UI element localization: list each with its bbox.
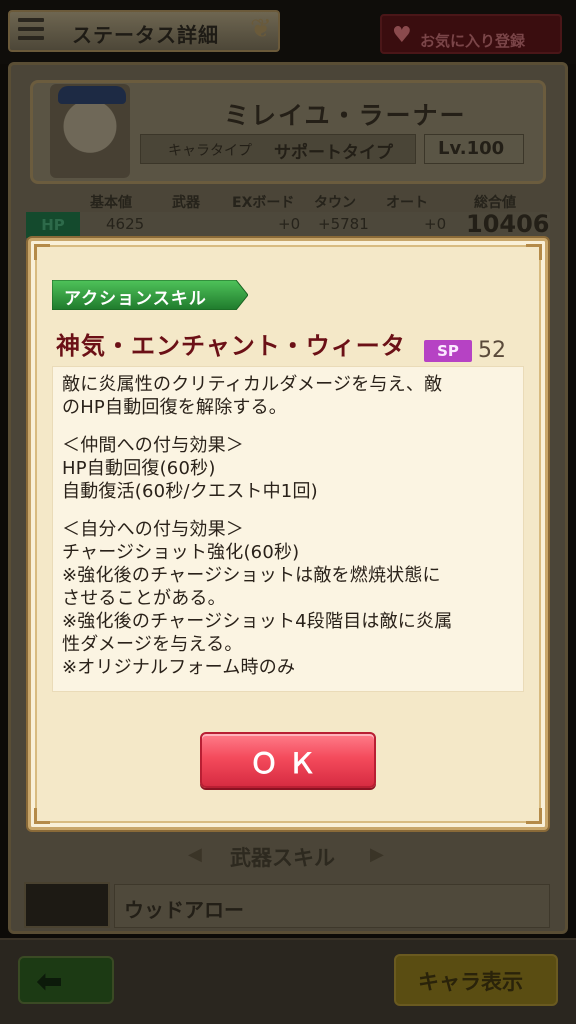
sp-value: 52 [478, 338, 506, 363]
description-line: ※オリジナルフォーム時のみ [62, 657, 296, 678]
dialog-corner [34, 244, 50, 260]
hp-total: 10406 [466, 210, 550, 238]
sp-badge: SP [424, 340, 472, 362]
hp-ex: +0 [278, 215, 301, 233]
heart-icon: ♥ [392, 23, 412, 48]
type-value: サポートタイプ [274, 143, 393, 163]
page-title: ステータス詳細 [72, 23, 219, 47]
menu-icon[interactable] [18, 18, 44, 44]
dialog-corner [526, 808, 542, 824]
stat-header: 総合値 [474, 195, 516, 211]
hp-base: 4625 [106, 215, 145, 233]
description-line: のHP自動回復を解除する。 [62, 397, 287, 418]
chevron-left-icon[interactable]: ◀ [188, 844, 202, 865]
level-value: Lv.100 [438, 138, 505, 159]
back-arrow-icon: ⬅ [36, 962, 63, 1000]
ornament-icon: ❦ [250, 14, 272, 44]
stat-header: 武器 [172, 195, 200, 211]
weapon-name: ウッドアロー [124, 898, 244, 922]
portrait-ribbon [58, 86, 126, 104]
dialog-corner [526, 244, 542, 260]
back-button[interactable] [18, 956, 114, 1004]
description-line: 自動復活(60秒/クエスト中1回) [62, 481, 318, 502]
chevron-right-icon[interactable]: ▶ [370, 844, 384, 865]
hp-tag: HP [26, 212, 80, 238]
hp-town: +5781 [318, 215, 369, 233]
type-key: キャラタイプ [168, 143, 252, 159]
dialog-corner [34, 808, 50, 824]
hp-auto: +0 [424, 215, 447, 233]
chara-display-label: キャラ表示 [418, 970, 523, 994]
weapon-thumbnail [24, 882, 110, 928]
skill-name: 神気・エンチャント・ウィータ [56, 332, 406, 360]
character-name: ミレイユ・ラーナー [224, 101, 467, 130]
stat-header: EXボード [232, 195, 295, 211]
hp-label: HP [41, 216, 65, 234]
stat-header: オート [386, 195, 428, 211]
ok-label: ＯＫ [249, 747, 326, 780]
weapon-skill-title: 武器スキル [230, 846, 335, 870]
stat-header: タウン [314, 195, 356, 211]
skill-type-label: アクションスキル [64, 289, 207, 309]
stat-header: 基本値 [90, 195, 132, 211]
favorite-label: お気に入り登録 [420, 32, 526, 50]
